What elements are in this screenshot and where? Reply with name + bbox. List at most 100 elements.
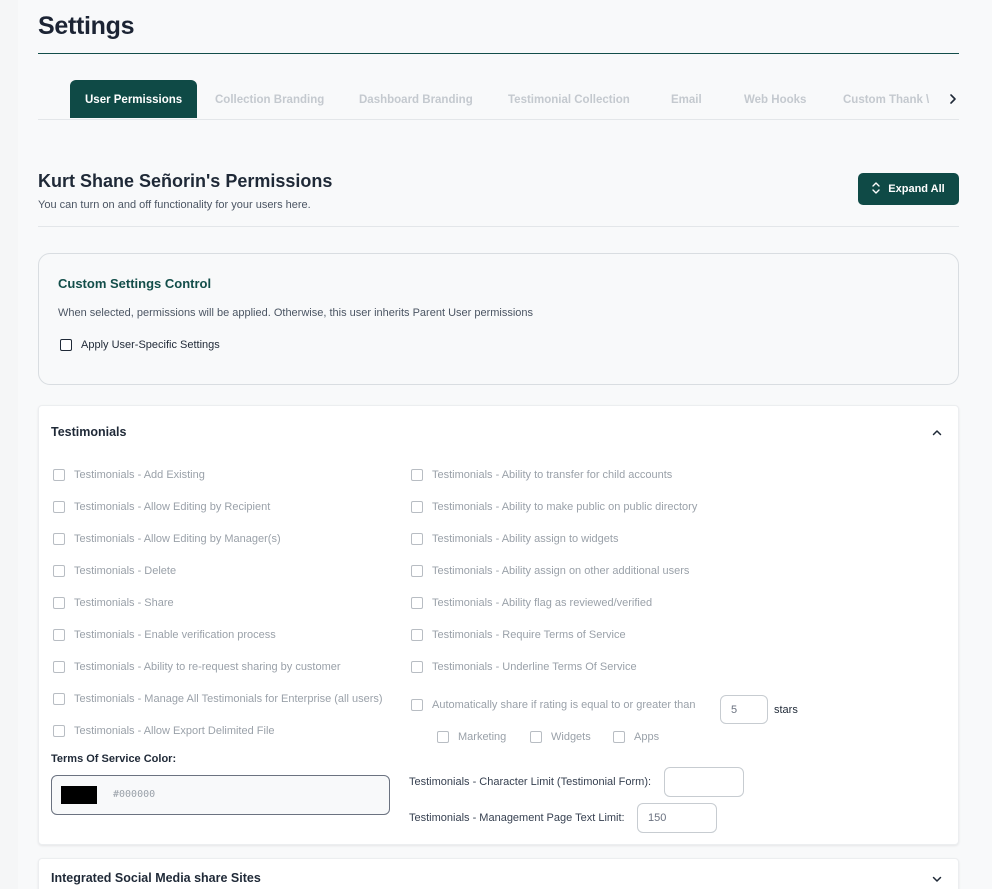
- perm-assign-widgets[interactable]: Testimonials - Ability assign to widgets: [411, 533, 618, 545]
- title-divider: [38, 53, 959, 54]
- expand-all-button[interactable]: Expand All: [858, 173, 959, 205]
- perm-label: Testimonials - Allow Export Delimited Fi…: [74, 725, 275, 737]
- custom-settings-title: Custom Settings Control: [58, 276, 212, 291]
- tab-dashboard-branding[interactable]: Dashboard Branding: [359, 80, 473, 118]
- checkbox-box[interactable]: [437, 731, 449, 743]
- checkbox-box[interactable]: [53, 469, 65, 481]
- apply-user-settings-checkbox[interactable]: Apply User-Specific Settings: [60, 339, 220, 351]
- share-target-widgets[interactable]: Widgets: [530, 731, 591, 743]
- char-limit-input[interactable]: [664, 767, 744, 797]
- tab-custom-thank-you[interactable]: Custom Thank \: [843, 80, 943, 118]
- social-media-section[interactable]: Integrated Social Media share Sites: [38, 858, 959, 889]
- tab-collection-branding[interactable]: Collection Branding: [215, 80, 324, 118]
- chevron-down-icon[interactable]: [931, 872, 943, 889]
- tos-color-picker[interactable]: #000000: [51, 775, 390, 815]
- perm-label: Testimonials - Enable verification proce…: [74, 629, 276, 641]
- checkbox-box[interactable]: [411, 597, 423, 609]
- perm-edit-recipient[interactable]: Testimonials - Allow Editing by Recipien…: [53, 501, 270, 513]
- permissions-subtitle: You can turn on and off functionality fo…: [38, 199, 311, 211]
- perm-label: Testimonials - Share: [74, 597, 174, 609]
- perm-label: Testimonials - Require Terms of Service: [432, 629, 626, 641]
- share-target-label: Marketing: [458, 731, 507, 743]
- tab-user-permissions[interactable]: User Permissions: [70, 80, 198, 118]
- perm-manage-all[interactable]: Testimonials - Manage All Testimonials f…: [53, 693, 383, 705]
- custom-settings-card: Custom Settings Control When selected, p…: [38, 253, 959, 385]
- mgmt-limit-input[interactable]: 150: [637, 803, 717, 833]
- checkbox-box[interactable]: [411, 565, 423, 577]
- perm-public-directory[interactable]: Testimonials - Ability to make public on…: [411, 501, 697, 513]
- auto-share-stars-input[interactable]: 5: [720, 695, 768, 724]
- share-target-marketing[interactable]: Marketing: [437, 731, 506, 743]
- apply-user-settings-label: Apply User-Specific Settings: [81, 339, 220, 351]
- checkbox-box[interactable]: [530, 731, 542, 743]
- settings-tabs: User Permissions Collection Branding Das…: [70, 80, 961, 120]
- perm-label: Automatically share if rating is equal t…: [432, 699, 696, 711]
- perm-transfer-child[interactable]: Testimonials - Ability to transfer for c…: [411, 469, 672, 481]
- permissions-title: Kurt Shane Señorin's Permissions: [38, 171, 333, 191]
- perm-label: Testimonials - Allow Editing by Recipien…: [74, 501, 271, 513]
- perm-underline-tos[interactable]: Testimonials - Underline Terms Of Servic…: [411, 661, 637, 673]
- checkbox-box[interactable]: [411, 469, 423, 481]
- checkbox-box[interactable]: [53, 501, 65, 513]
- tab-web-hooks[interactable]: Web Hooks: [744, 80, 806, 118]
- stars-label: stars: [774, 704, 798, 716]
- tab-email[interactable]: Email: [671, 80, 702, 118]
- tos-color-label: Terms Of Service Color:: [51, 753, 177, 765]
- expand-vertical-icon: [872, 181, 880, 198]
- checkbox-box[interactable]: [411, 533, 423, 545]
- perm-export[interactable]: Testimonials - Allow Export Delimited Fi…: [53, 725, 275, 737]
- checkbox-box[interactable]: [53, 597, 65, 609]
- checkbox-box[interactable]: [411, 629, 423, 641]
- checkbox-box[interactable]: [53, 725, 65, 737]
- share-target-label: Widgets: [551, 731, 591, 743]
- tab-testimonial-collection[interactable]: Testimonial Collection: [508, 80, 630, 118]
- mgmt-limit-label: Testimonials - Management Page Text Limi…: [409, 812, 625, 824]
- custom-settings-description: When selected, permissions will be appli…: [58, 307, 534, 319]
- perm-label: Testimonials - Manage All Testimonials f…: [74, 693, 383, 705]
- checkbox-box[interactable]: [411, 699, 423, 711]
- perm-delete[interactable]: Testimonials - Delete: [53, 565, 176, 577]
- checkbox-box[interactable]: [411, 501, 423, 513]
- perm-label: Testimonials - Ability to re-request sha…: [74, 661, 341, 673]
- testimonials-section: Testimonials Testimonials - Add Existing…: [38, 405, 959, 845]
- page-title: Settings: [38, 12, 135, 40]
- social-media-title: Integrated Social Media share Sites: [51, 871, 261, 885]
- perm-auto-share[interactable]: Automatically share if rating is equal t…: [411, 699, 696, 711]
- checkbox-box[interactable]: [411, 661, 423, 673]
- perm-assign-users[interactable]: Testimonials - Ability assign on other a…: [411, 565, 689, 577]
- char-limit-label: Testimonials - Character Limit (Testimon…: [409, 776, 652, 788]
- perm-label: Testimonials - Allow Editing by Manager(…: [74, 533, 281, 545]
- checkbox-box[interactable]: [53, 661, 65, 673]
- perm-label: Testimonials - Ability to make public on…: [432, 501, 698, 513]
- perm-require-tos[interactable]: Testimonials - Require Terms of Service: [411, 629, 626, 641]
- perm-share[interactable]: Testimonials - Share: [53, 597, 174, 609]
- perm-edit-managers[interactable]: Testimonials - Allow Editing by Manager(…: [53, 533, 281, 545]
- chevron-right-icon[interactable]: [945, 91, 961, 107]
- checkbox-box[interactable]: [53, 693, 65, 705]
- expand-all-label: Expand All: [888, 183, 945, 195]
- perm-label: Testimonials - Ability assign to widgets: [432, 533, 619, 545]
- checkbox-box[interactable]: [60, 339, 72, 351]
- settings-page: Settings User Permissions Collection Bra…: [18, 0, 992, 889]
- chevron-up-icon[interactable]: [931, 426, 943, 444]
- perm-label: Testimonials - Delete: [74, 565, 177, 577]
- tos-color-value[interactable]: #000000: [113, 789, 155, 800]
- tabs-divider: [38, 119, 959, 120]
- checkbox-box[interactable]: [613, 731, 625, 743]
- perm-label: Testimonials - Add Existing: [74, 469, 205, 481]
- perm-add-existing[interactable]: Testimonials - Add Existing: [53, 469, 205, 481]
- testimonials-title: Testimonials: [51, 425, 127, 439]
- checkbox-box[interactable]: [53, 629, 65, 641]
- checkbox-box[interactable]: [53, 565, 65, 577]
- perm-label: Testimonials - Ability to transfer for c…: [432, 469, 673, 481]
- perm-label: Testimonials - Ability flag as reviewed/…: [432, 597, 653, 609]
- perm-label: Testimonials - Underline Terms Of Servic…: [432, 661, 637, 673]
- perm-rerequest[interactable]: Testimonials - Ability to re-request sha…: [53, 661, 341, 673]
- color-swatch[interactable]: [61, 786, 97, 804]
- checkbox-box[interactable]: [53, 533, 65, 545]
- share-target-apps[interactable]: Apps: [613, 731, 659, 743]
- perm-verification[interactable]: Testimonials - Enable verification proce…: [53, 629, 276, 641]
- share-target-label: Apps: [634, 731, 660, 743]
- perm-flag-reviewed[interactable]: Testimonials - Ability flag as reviewed/…: [411, 597, 652, 609]
- perm-label: Testimonials - Ability assign on other a…: [432, 565, 690, 577]
